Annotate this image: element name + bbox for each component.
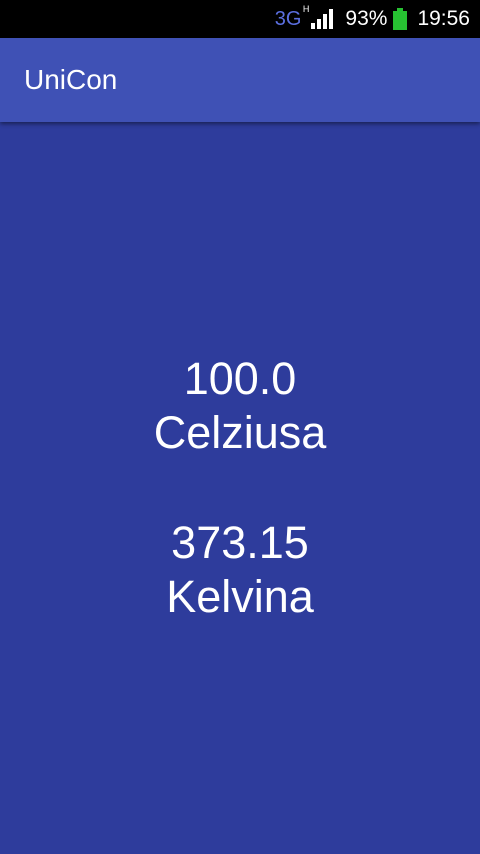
source-value: 100.0: [183, 353, 297, 404]
app-title: UniCon: [24, 64, 118, 95]
battery-percentage: 93%: [345, 7, 388, 30]
result-value: 373.15: [171, 517, 309, 568]
network-type-indicator: 3G H: [274, 4, 310, 31]
app-bar: UniCon: [0, 38, 480, 122]
signal-strength-icon: [311, 9, 335, 29]
clock: 19:56: [417, 7, 470, 30]
conversion-result-panel: 100.0 Celziusa 373.15 Kelvina: [0, 122, 480, 854]
battery-icon: [393, 8, 408, 30]
result-unit: Kelvina: [166, 571, 314, 622]
source-unit: Celziusa: [153, 407, 327, 458]
status-bar: 3G H 93% 19:56: [0, 0, 480, 38]
network-type-label: 3G: [274, 7, 302, 30]
network-subtype-label: H: [302, 3, 310, 14]
